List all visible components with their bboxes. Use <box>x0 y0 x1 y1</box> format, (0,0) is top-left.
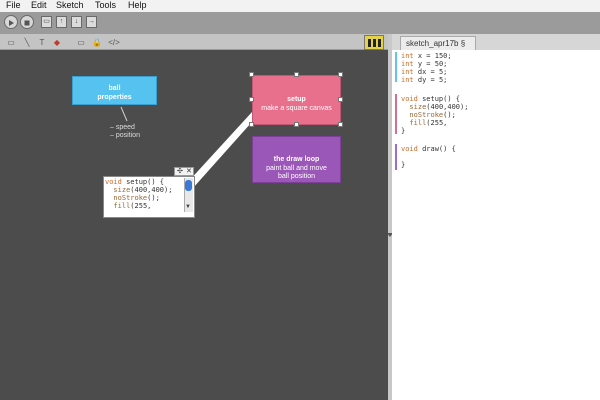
note-speed: – speed <box>110 124 135 131</box>
resize-handle[interactable] <box>294 72 299 77</box>
code-block-marker-vars <box>395 52 397 82</box>
close-icon[interactable]: ✕ <box>186 168 192 176</box>
ball-node-subtitle: properties <box>97 94 132 101</box>
popup-scroll-thumb[interactable] <box>185 180 192 191</box>
code-line[interactable]: } <box>401 127 405 135</box>
code-block-marker-draw <box>395 144 397 170</box>
resize-handle[interactable] <box>338 122 343 127</box>
code-line[interactable]: size(400,400); <box>401 103 468 111</box>
code-block-marker-setup <box>395 94 397 134</box>
popup-code-line[interactable]: void setup() { <box>105 178 164 186</box>
code-line[interactable]: fill(255, <box>401 119 447 127</box>
resize-handle[interactable] <box>249 97 254 102</box>
code-line[interactable]: } <box>401 161 405 169</box>
draw-node-line3: ball position <box>278 173 315 180</box>
code-line[interactable]: int x = 150; <box>401 52 452 60</box>
sketch-icon[interactable] <box>364 35 384 50</box>
tab-sketch[interactable]: sketch_apr17b § <box>400 36 476 50</box>
resize-handle[interactable] <box>249 72 254 77</box>
popup-code-line[interactable]: fill(255, <box>105 202 151 210</box>
popup-header: ✣ ✕ <box>174 167 194 176</box>
resize-handle[interactable] <box>249 122 254 127</box>
scroll-down-icon[interactable]: ▼ <box>185 204 191 210</box>
code-line[interactable]: int y = 50; <box>401 60 447 68</box>
code-line[interactable]: int dy = 5; <box>401 76 447 84</box>
resize-handle[interactable] <box>338 72 343 77</box>
code-line[interactable]: void setup() { <box>401 95 460 103</box>
code-line[interactable]: noStroke(); <box>401 111 455 119</box>
resize-handle[interactable] <box>294 122 299 127</box>
note-position: – position <box>110 132 140 139</box>
popup-code-line[interactable]: noStroke(); <box>105 194 159 202</box>
resize-handle[interactable] <box>338 97 343 102</box>
draw-node-title: the draw loop <box>273 156 320 163</box>
setup-node-title: setup <box>287 96 306 103</box>
popup-code-line[interactable]: size(400,400); <box>105 186 172 194</box>
code-line[interactable]: void draw() { <box>401 145 456 153</box>
setup-node-subtitle: make a square canvas <box>261 105 332 112</box>
ball-node-title: ball <box>108 85 121 92</box>
move-icon[interactable]: ✣ <box>177 168 183 176</box>
code-editor[interactable] <box>392 34 600 400</box>
code-line[interactable]: int dx = 5; <box>401 68 447 76</box>
